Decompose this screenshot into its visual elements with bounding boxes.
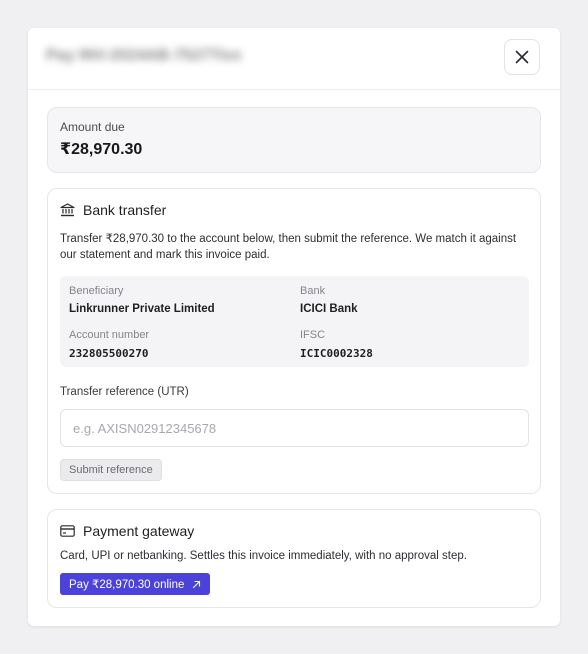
amount-due-label: Amount due: [60, 120, 125, 134]
payment-gateway-description: Card, UPI or netbanking. Settles this in…: [60, 550, 467, 562]
beneficiary-value: Linkrunner Private Limited: [69, 303, 215, 315]
utr-label: Transfer reference (UTR): [60, 386, 189, 398]
bank-transfer-description: Transfer ₹28,970.30 to the account below…: [60, 233, 517, 261]
bank-icon: [60, 203, 75, 217]
close-icon: [515, 50, 529, 64]
ifsc-label: IFSC: [300, 329, 326, 341]
utr-input[interactable]: [60, 409, 529, 447]
account-number-label: Account number: [69, 329, 150, 341]
bank-value: ICICI Bank: [300, 303, 358, 315]
ifsc-value: ICIC0002328: [300, 347, 373, 360]
external-link-icon: [193, 580, 201, 588]
account-number-value: 232805500270: [69, 347, 149, 360]
amount-due-card: Amount due ₹28,970.30: [47, 107, 541, 173]
modal-header: Pay INV-2024AB-7527TIxx: [28, 28, 560, 90]
bank-details-box: Beneficiary Linkrunner Private Limited B…: [60, 276, 529, 367]
payment-gateway-card: Payment gateway Card, UPI or netbanking.…: [47, 509, 541, 608]
pay-online-button[interactable]: Pay ₹28,970.30 online: [60, 573, 211, 595]
bank-transfer-heading: Bank transfer: [60, 202, 166, 218]
beneficiary-label: Beneficiary: [69, 285, 124, 297]
payment-modal: Pay INV-2024AB-7527TIxx Amount due ₹28,9…: [28, 28, 560, 626]
bank-transfer-card: Bank transfer Transfer ₹28,970.30 to the…: [47, 188, 541, 494]
card-icon: [60, 525, 75, 537]
amount-due-value: ₹28,970.30: [60, 141, 143, 158]
close-button[interactable]: [504, 39, 540, 75]
payment-gateway-heading: Payment gateway: [60, 523, 194, 539]
submit-reference-button[interactable]: Submit reference: [60, 459, 162, 481]
modal-title: Pay INV-2024AB-7527TIxx: [46, 47, 242, 64]
pay-online-label: Pay ₹28,970.30 online: [69, 579, 185, 591]
bank-label: Bank: [300, 285, 326, 297]
bank-transfer-title: Bank transfer: [83, 202, 167, 218]
payment-gateway-title: Payment gateway: [83, 523, 195, 539]
